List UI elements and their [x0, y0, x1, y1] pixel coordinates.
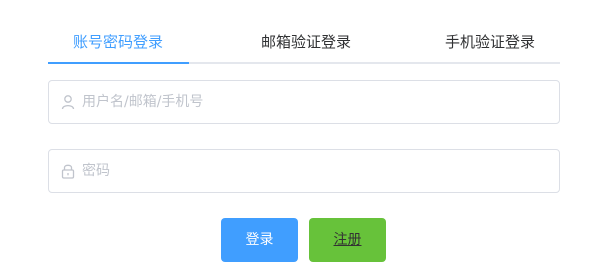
password-field[interactable] — [48, 149, 560, 193]
username-input[interactable] — [82, 81, 542, 123]
password-input[interactable] — [82, 150, 542, 192]
register-button[interactable]: 注册 — [309, 218, 386, 262]
tab-account-password-login[interactable]: 账号密码登录 — [48, 20, 188, 62]
username-field[interactable] — [48, 80, 560, 124]
login-method-tabs: 账号密码登录 邮箱验证登录 手机验证登录 — [48, 20, 560, 64]
register-link-text[interactable]: 注册 — [334, 232, 362, 248]
tab-email-verification-login[interactable]: 邮箱验证登录 — [236, 20, 376, 62]
lock-icon — [61, 164, 75, 179]
active-tab-indicator — [48, 62, 189, 64]
login-button[interactable]: 登录 — [221, 218, 298, 262]
user-icon — [61, 95, 75, 110]
tab-phone-verification-login[interactable]: 手机验证登录 — [420, 20, 560, 62]
